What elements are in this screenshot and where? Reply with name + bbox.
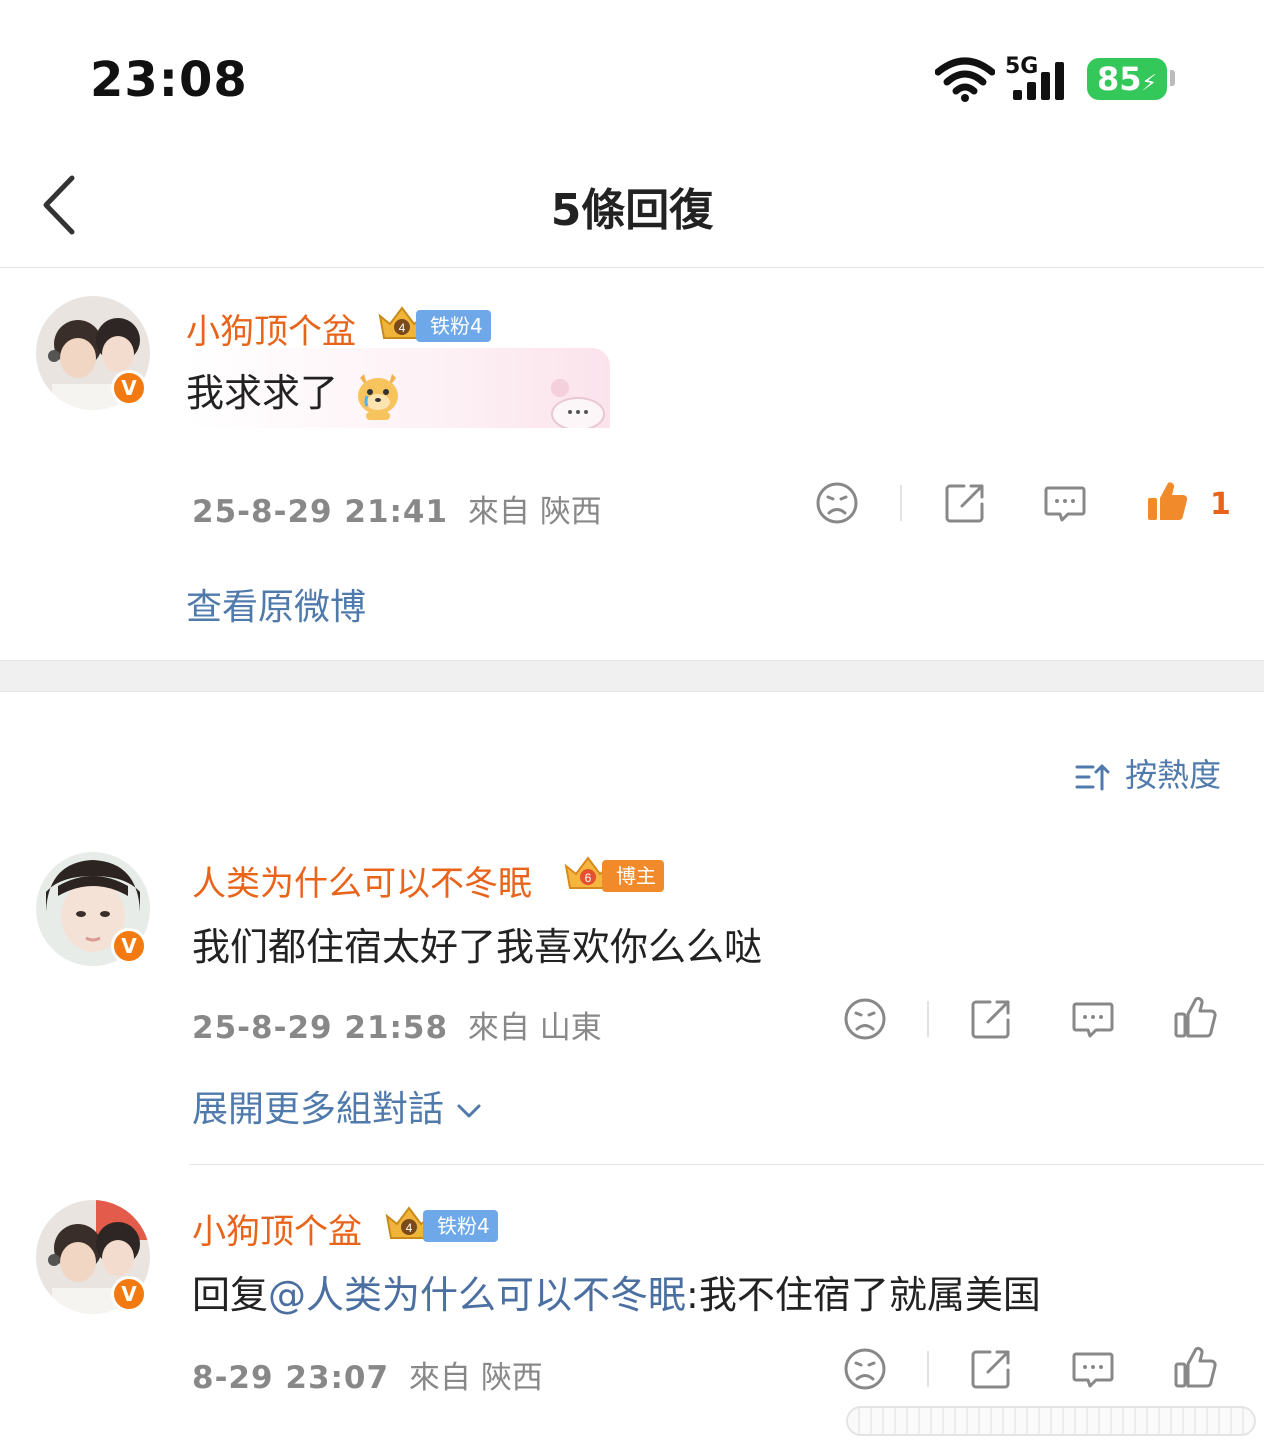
share-icon [945,484,984,523]
sad-face-icon [844,998,886,1040]
comment-bubble-icon [1072,1352,1114,1388]
fan-level: 4 [406,1221,413,1235]
row-divider [190,1164,1264,1165]
action-divider [927,1001,929,1037]
fan-badge[interactable]: 4 铁粉4 [383,1206,505,1242]
battery-level: 85 [1097,60,1142,98]
blogger-badge-label: 博主 [602,860,664,892]
comment-timestamp: 8-29 23:07 [192,1360,390,1396]
battery-indicator: 85⚡ [1087,58,1167,100]
expand-conversation-link[interactable]: 展開更多組對話 [192,1080,483,1132]
share-button[interactable] [968,1346,1014,1392]
comment-meta: 25-8-29 21:41 來自 陝西 [192,486,602,531]
wifi-icon [935,57,995,102]
comment-timestamp: 25-8-29 21:41 [192,494,449,530]
fan-badge[interactable]: 4 铁粉4 [376,306,498,342]
comment-button[interactable] [1070,996,1116,1042]
dog-tears-emoji-icon [358,373,399,420]
sad-face-icon [816,482,858,524]
sort-icon [1075,764,1110,791]
view-original-link[interactable]: 查看原微博 [186,578,366,630]
user-name[interactable]: 小狗顶个盆 [192,1204,362,1253]
comment-text: 我们都住宿太好了我喜欢你么么哒 [192,925,763,969]
dislike-button[interactable] [814,480,860,526]
battery-cap [1170,70,1175,86]
comment-timestamp: 25-8-29 21:58 [192,1010,449,1046]
expand-label: 展開更多組對話 [192,1089,445,1130]
section-separator [0,660,1264,692]
dislike-button[interactable] [842,996,888,1042]
share-icon [971,1350,1010,1389]
chevron-down-icon [457,1104,481,1118]
nav-bar: 5條回復 [0,150,1264,268]
user-name[interactable]: 小狗顶个盆 [186,304,356,353]
blogger-badge[interactable]: 6 博主 [562,856,664,892]
comment-text: 我求求了 [186,362,402,422]
reply-input-preview[interactable] [846,1406,1256,1436]
fan-badge-label: 铁粉4 [416,310,491,342]
fan-level: 4 [399,321,406,335]
like-button[interactable] [1172,994,1218,1040]
like-button[interactable] [1172,1344,1218,1390]
thumbs-up-icon [1174,1346,1217,1388]
comment-meta: 25-8-29 21:58 來自 山東 [192,1002,602,1047]
comment-button[interactable] [1070,1346,1116,1392]
thumbs-up-icon [1174,996,1217,1038]
comment-meta: 8-29 23:07 來自 陝西 [192,1352,543,1397]
verified-badge: V [111,1276,147,1312]
like-count: 1 [1210,487,1231,522]
action-divider [927,1351,929,1387]
comment-bubble-icon [1072,1002,1114,1038]
comment-button[interactable] [1042,480,1088,526]
like-button[interactable] [1144,478,1190,524]
share-button[interactable] [942,480,988,526]
comment-location: 來自 陝西 [408,1360,543,1396]
status-bar: 23:08 5G 85⚡ [0,0,1264,150]
share-button[interactable] [968,996,1014,1042]
comment-text-content: 我求求了 [186,371,339,415]
badge-level: 6 [585,871,592,885]
sort-button[interactable]: 按熱度 [1075,750,1221,796]
status-icons: 5G 85⚡ [935,54,1185,106]
charging-icon: ⚡ [1141,71,1157,96]
reply-prefix: 回复 [192,1273,269,1317]
user-name[interactable]: 人类为什么可以不冬眠 [192,856,532,905]
sad-face-icon [844,1348,886,1390]
sort-label: 按熱度 [1125,756,1222,794]
comment-location: 來自 陝西 [467,494,602,530]
status-time: 23:08 [90,52,248,108]
verified-badge: V [111,928,147,964]
dislike-button[interactable] [842,1346,888,1392]
share-icon [971,1000,1010,1039]
fan-badge-label: 铁粉4 [423,1210,498,1242]
verified-badge: V [111,370,147,406]
comment-text-content: :我不住宿了就属美国 [686,1273,1041,1317]
comment-text: 回复@人类为什么可以不冬眠:我不住宿了就属美国 [192,1264,1041,1319]
comment-location: 來自 山東 [467,1010,602,1046]
thumbs-up-icon [1148,482,1188,520]
comment-bubble-icon [1044,486,1086,522]
page-title: 5條回復 [550,185,714,236]
mention-link[interactable]: @人类为什么可以不冬眠 [268,1273,686,1317]
signal-icon [1013,62,1064,100]
action-divider [900,485,902,521]
cow-sticker-icon [551,379,605,428]
